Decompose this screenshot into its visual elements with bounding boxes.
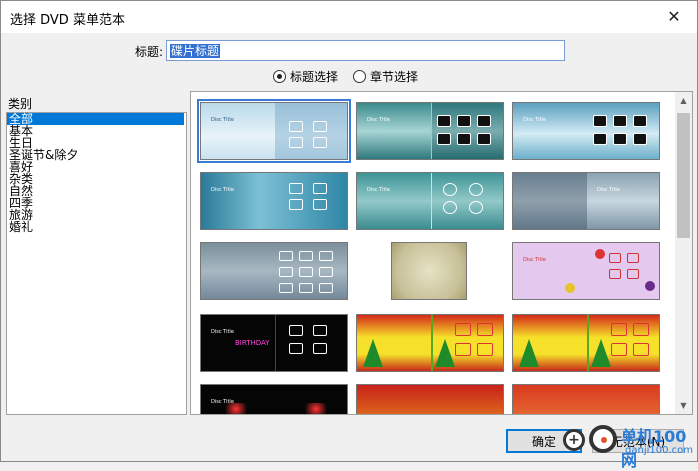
template-thumb[interactable]: Disc Title [200,172,348,230]
category-item-all[interactable]: 全部 [7,113,184,125]
template-thumb[interactable]: Disc Title [512,172,660,230]
template-thumb[interactable]: Disc Title [512,242,660,300]
template-gallery: Disc Title Disc Title Disc Title Disc Ti… [190,91,693,415]
radio-chapter-select[interactable]: 章节选择 [353,68,418,85]
template-thumb[interactable]: Disc Title [200,384,348,414]
template-thumb[interactable] [391,242,467,300]
scroll-up-icon[interactable]: ▲ [675,92,692,109]
radio-title-circle[interactable] [273,70,286,83]
category-item-misc[interactable]: 杂类 [7,173,186,185]
category-item-seasons[interactable]: 四季 [7,197,186,209]
dialog-window: 选择 DVD 菜单范本 ✕ 标题: 碟片标题 标题选择 章节选择 类别 全部 基… [0,0,698,470]
scroll-down-icon[interactable]: ▼ [675,397,692,414]
title-input-value: 碟片标题 [170,44,221,58]
template-thumb[interactable]: Disc Title [356,172,504,230]
category-list[interactable]: 全部 基本 生日 圣诞节&除夕 喜好 杂类 自然 四季 旅游 婚礼 [6,112,187,415]
template-thumb[interactable] [356,314,504,372]
template-thumb[interactable]: Disc Title BIRTHDAY [200,314,348,372]
category-item-wedding[interactable]: 婚礼 [7,221,186,233]
close-button[interactable]: ✕ [651,1,697,31]
window-title: 选择 DVD 菜单范本 [10,13,125,28]
template-thumb[interactable] [512,314,660,372]
radio-chapter-label: 章节选择 [370,70,419,84]
plus-icon: + [563,429,585,451]
template-thumb[interactable]: Disc Title [197,99,351,163]
category-item-christmas[interactable]: 圣诞节&除夕 [7,149,186,161]
template-thumb[interactable] [512,384,660,414]
title-bar: 选择 DVD 菜单范本 ✕ [1,1,697,33]
radio-title-select[interactable]: 标题选择 [273,68,338,85]
scroll-thumb[interactable] [677,113,690,238]
category-item-travel[interactable]: 旅游 [7,209,186,221]
gallery-scrollbar[interactable]: ▲ ▼ [675,92,692,414]
category-label: 类别 [8,97,33,111]
template-thumb[interactable]: Disc Title [512,102,660,160]
radio-chapter-circle[interactable] [353,70,366,83]
title-input[interactable]: 碟片标题 [166,40,565,61]
template-thumb[interactable]: Disc Title [356,102,504,160]
template-thumb[interactable] [200,242,348,300]
watermark-logo: + 单机100网 danji100.com [563,419,698,470]
radio-title-label: 标题选择 [290,70,339,84]
category-item-hobby[interactable]: 喜好 [7,161,186,173]
category-item-basic[interactable]: 基本 [7,125,186,137]
logo-circle-icon [589,425,617,453]
title-label: 标题: [135,45,164,59]
category-item-nature[interactable]: 自然 [7,185,186,197]
template-thumb[interactable] [356,384,504,414]
watermark-url: danji100.com [625,445,693,456]
